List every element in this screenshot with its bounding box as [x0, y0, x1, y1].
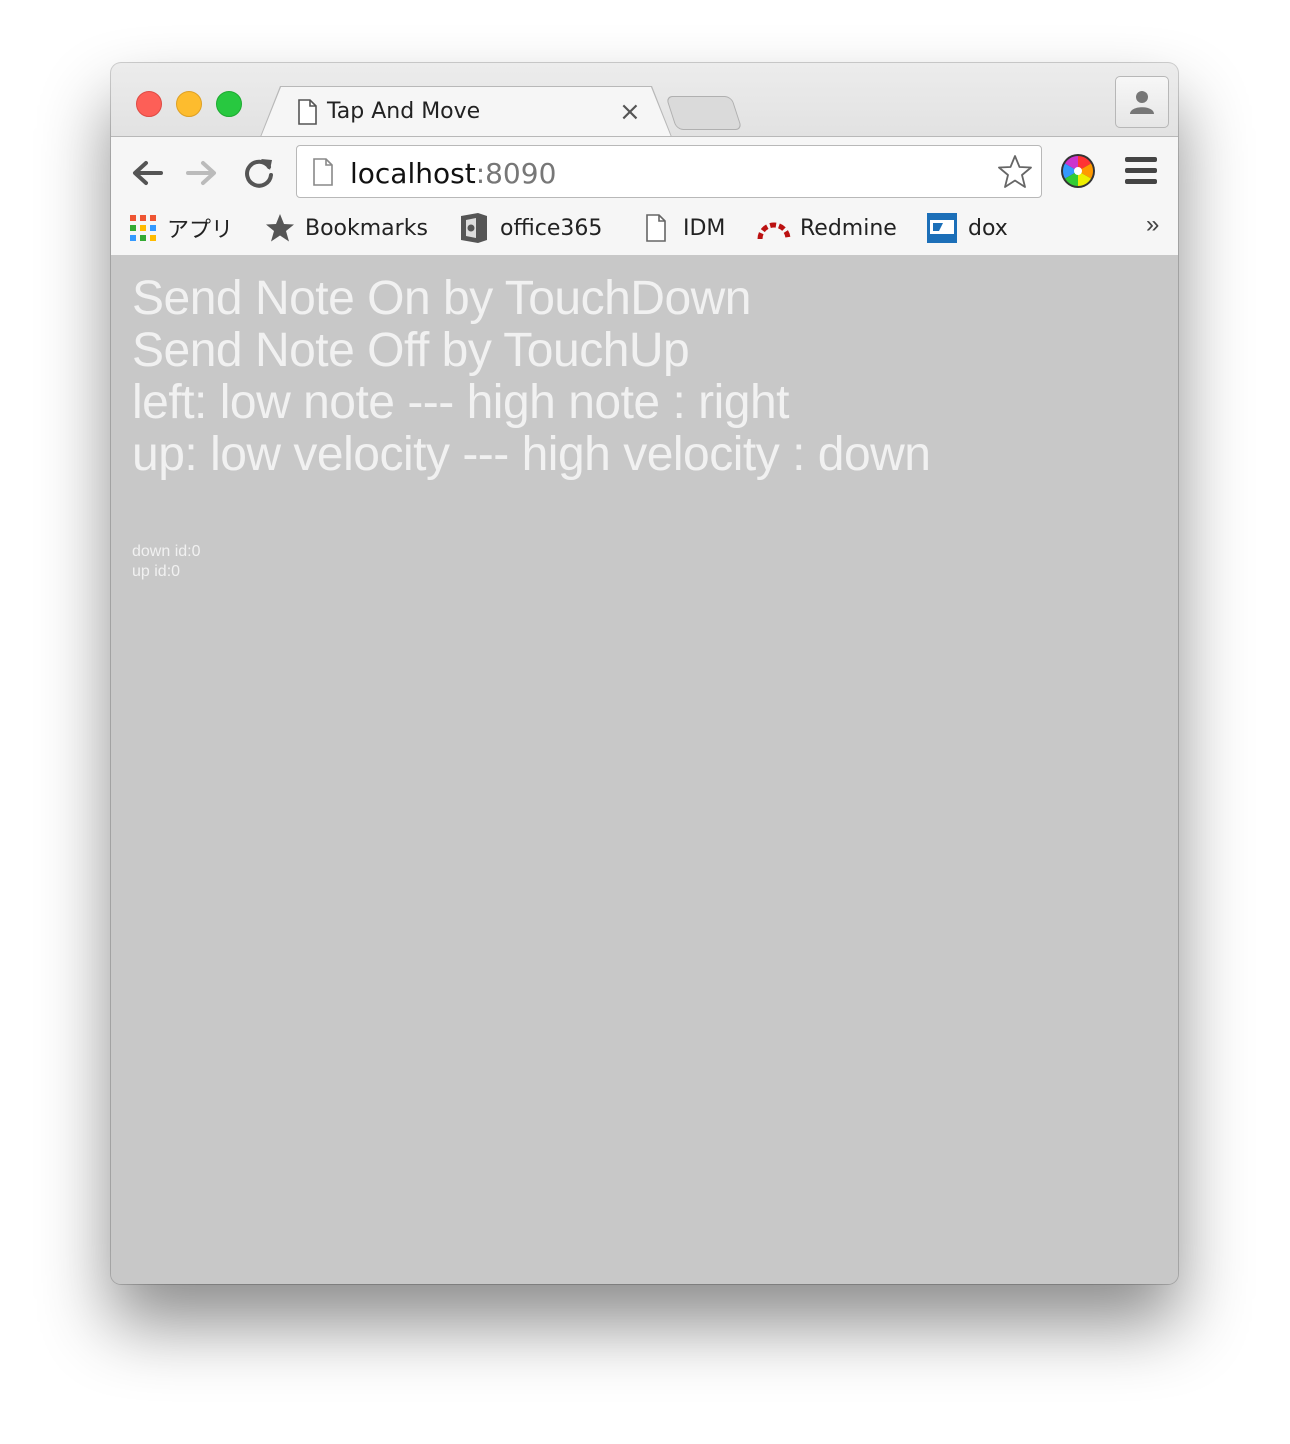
minimize-window-button[interactable] [176, 91, 202, 117]
redmine-icon [757, 222, 791, 240]
bookmark-label: Bookmarks [305, 215, 428, 241]
color-wheel-extension-icon[interactable] [1060, 153, 1096, 189]
page-content[interactable]: Send Note On by TouchDown Send Note Off … [111, 255, 1178, 1284]
close-window-button[interactable] [136, 91, 162, 117]
bookmarks-bar: アプリ Bookmarks office365 IDM Redmine dox … [111, 205, 1178, 251]
reload-icon[interactable] [241, 155, 277, 191]
page-icon [297, 99, 317, 125]
maximize-window-button[interactable] [216, 91, 242, 117]
instruction-line: left: low note --- high note : right [132, 376, 790, 429]
bookmark-apps[interactable]: アプリ [129, 211, 233, 245]
bookmark-bookmarks[interactable]: Bookmarks [265, 211, 428, 245]
star-icon [266, 214, 294, 242]
toolbar: localhost:8090 アプリ Bookmarks office365 I… [111, 136, 1178, 256]
tab-title: Tap And Move [327, 99, 481, 124]
close-tab-icon[interactable]: × [619, 97, 641, 127]
bookmark-star-icon[interactable] [997, 154, 1033, 190]
bookmark-redmine[interactable]: Redmine [757, 211, 897, 245]
apps-grid-icon [130, 215, 156, 241]
bookmark-idm[interactable]: IDM [645, 211, 725, 245]
touch-up-status: up id:0 [132, 563, 181, 580]
url-text: localhost:8090 [350, 157, 556, 190]
url-port: :8090 [475, 157, 557, 190]
new-tab-button[interactable] [665, 96, 743, 130]
profile-button[interactable] [1115, 76, 1169, 128]
forward-arrow-icon[interactable] [184, 155, 220, 191]
menu-icon[interactable] [1125, 157, 1157, 190]
person-icon [1130, 91, 1154, 114]
touch-down-status: down id:0 [132, 543, 201, 560]
instruction-line: up: low velocity --- high velocity : dow… [132, 428, 931, 481]
more-bookmarks-button[interactable]: » [1146, 211, 1159, 239]
office-icon [461, 213, 487, 243]
url-host: localhost [350, 157, 476, 190]
bookmark-label: office365 [500, 215, 603, 241]
browser-window: Tap And Move × localhost:8090 アプリ Bookma… [111, 63, 1178, 1284]
bookmark-label: アプリ [167, 218, 234, 243]
address-bar[interactable]: localhost:8090 [296, 145, 1042, 198]
back-arrow-icon[interactable] [129, 155, 165, 191]
instruction-line: Send Note Off by TouchUp [132, 324, 690, 377]
title-bar: Tap And Move × [111, 63, 1178, 136]
bookmark-label: IDM [683, 215, 726, 241]
bookmark-label: dox [968, 215, 1008, 241]
instruction-line: Send Note On by TouchDown [132, 272, 752, 325]
dox-icon [927, 213, 957, 243]
bookmark-office365[interactable]: office365 [458, 211, 602, 245]
tab-active[interactable]: Tap And Move × [261, 87, 671, 137]
bookmark-label: Redmine [800, 215, 897, 241]
page-info-icon[interactable] [312, 158, 334, 186]
document-icon [646, 214, 666, 242]
bookmark-dox[interactable]: dox [926, 211, 1008, 245]
